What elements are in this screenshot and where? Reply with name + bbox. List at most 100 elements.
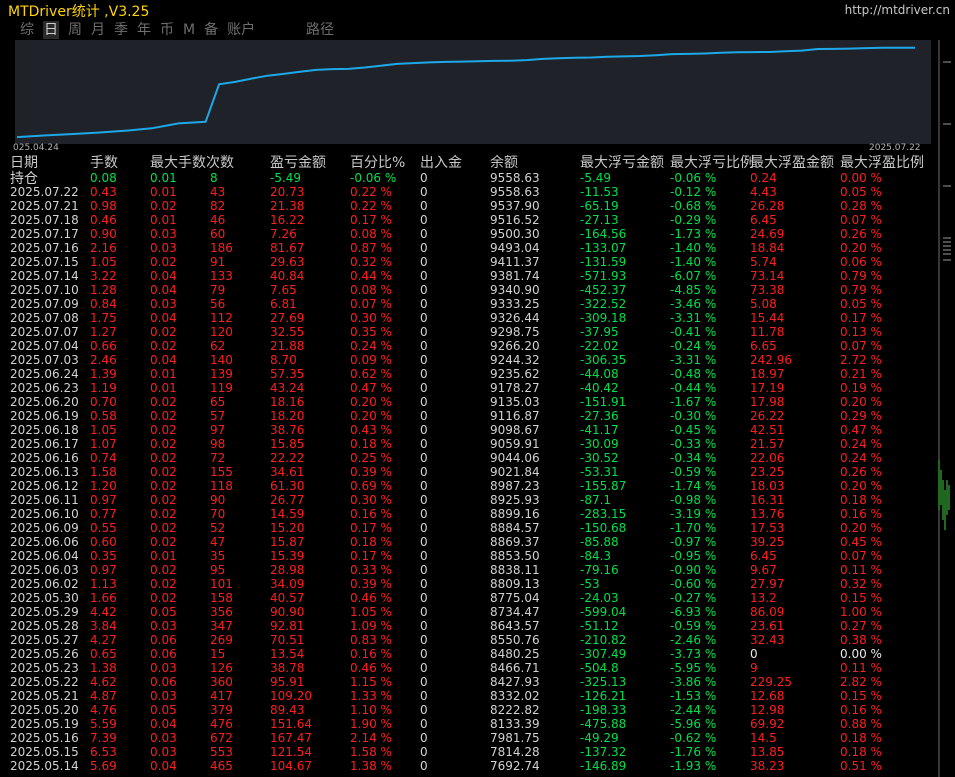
row-count: 98 [210,437,226,451]
row-max-float-profit: 14.5 [750,731,777,745]
row-balance: 8550.76 [490,633,540,647]
row-max-float-loss-pct: -6.07 % [670,269,717,283]
row-max-float-profit: 22.06 [750,451,785,465]
row-percent: 0.47 % [350,381,392,395]
row-balance: 8853.50 [490,549,540,563]
site-url-link[interactable]: http://mtdriver.cn [845,3,950,17]
row-lots: 0.58 [90,409,117,423]
row-lots: 6.53 [90,745,117,759]
row-percent: 0.46 % [350,591,392,605]
row-percent: 2.14 % [350,731,392,745]
row-balance: 9516.52 [490,213,540,227]
row-max-float-profit: 24.69 [750,227,785,241]
row-profit: -5.49 [270,171,302,185]
row-max-float-loss: -452.37 [580,283,627,297]
row-max-float-profit-pct: 0.06 % [840,255,882,269]
tab-currency[interactable]: 币 [160,21,174,39]
tab-note[interactable]: 备 [204,21,218,39]
row-max-float-loss: -24.03 [580,591,619,605]
row-count: 8 [210,171,218,185]
row-lots: 1.19 [90,381,117,395]
row-date: 2025.05.19 [10,717,79,731]
tab-summary[interactable]: 综 [20,21,34,39]
row-max-float-loss: -306.35 [580,353,627,367]
row-date: 2025.06.23 [10,381,79,395]
row-max-lots: 0.02 [150,437,177,451]
row-max-lots: 0.06 [150,675,177,689]
col-header-max-float-loss-pct: 最大浮亏比例 [670,155,754,171]
row-max-lots: 0.06 [150,633,177,647]
row-date: 2025.06.13 [10,465,79,479]
row-lots: 0.97 [90,563,117,577]
row-balance: 8480.25 [490,647,540,661]
row-lots: 3.84 [90,619,117,633]
row-max-float-profit: 23.25 [750,465,785,479]
row-max-float-profit: 38.23 [750,759,785,773]
tab-month[interactable]: 月 [91,21,105,39]
table-row: 2025.07.21 0.98 0.02 82 21.38 0.22 % 0 9537.90 -… [10,200,935,214]
tab-day[interactable]: 日 [43,21,59,39]
row-count: 56 [210,297,226,311]
row-max-float-loss-pct: -0.34 % [670,451,717,465]
row-max-lots: 0.01 [150,367,177,381]
row-max-float-profit-pct: 0.18 % [840,745,882,759]
row-max-float-loss: -11.53 [580,185,619,199]
row-max-float-profit-pct: 0.20 % [840,479,882,493]
row-balance: 9266.20 [490,339,540,353]
row-max-lots: 0.02 [150,325,177,339]
row-lots: 0.98 [90,199,117,213]
row-percent: 0.17 % [350,213,392,227]
row-max-float-profit-pct: 0.16 % [840,507,882,521]
row-profit: 40.84 [270,269,305,283]
row-deposit: 0 [420,311,428,325]
row-max-float-profit: 86.09 [750,605,785,619]
row-profit: 16.22 [270,213,305,227]
row-max-float-profit-pct: 0.79 % [840,269,882,283]
row-max-float-profit: 73.38 [750,283,785,297]
row-max-lots: 0.02 [150,507,177,521]
tab-year[interactable]: 年 [137,21,151,39]
row-date: 2025.06.11 [10,493,79,507]
row-percent: 0.18 % [350,437,392,451]
row-max-float-loss: -27.36 [580,409,619,423]
row-profit: 22.22 [270,451,305,465]
row-count: 91 [210,255,226,269]
row-max-lots: 0.04 [150,311,177,325]
row-profit: 95.91 [270,675,305,689]
row-deposit: 0 [420,423,428,437]
row-lots: 0.43 [90,185,117,199]
table-row: 2025.05.14 5.69 0.04 465 104.67 1.38 % 0 7692.7… [10,760,935,774]
row-balance: 7692.74 [490,759,540,773]
tab-quarter[interactable]: 季 [114,21,128,39]
row-percent: 0.20 % [350,395,392,409]
row-date: 2025.06.18 [10,423,79,437]
row-deposit: 0 [420,605,428,619]
row-max-float-profit-pct: 0.11 % [840,661,882,675]
row-max-float-loss: -133.07 [580,241,627,255]
tab-account[interactable]: 账户 [227,21,255,39]
row-max-lots: 0.04 [150,269,177,283]
row-balance: 8838.11 [490,563,540,577]
row-max-float-loss: -49.29 [580,731,619,745]
row-date: 2025.07.09 [10,297,79,311]
row-count: 379 [210,703,233,717]
row-max-float-loss-pct: -1.40 % [670,241,717,255]
tab-magic[interactable]: M [183,21,195,39]
col-header-percent: 百分比% [350,155,406,171]
row-deposit: 0 [420,395,428,409]
row-lots: 0.08 [90,171,117,185]
row-percent: 0.32 % [350,255,392,269]
row-profit: 121.54 [270,745,312,759]
row-max-float-profit-pct: 0.26 % [840,465,882,479]
row-percent: 1.58 % [350,745,392,759]
row-lots: 1.20 [90,479,117,493]
row-max-lots: 0.01 [150,549,177,563]
row-count: 158 [210,591,233,605]
row-balance: 8925.93 [490,493,540,507]
tab-week[interactable]: 周 [68,21,82,39]
row-max-lots: 0.02 [150,339,177,353]
tab-path[interactable]: 路径 [306,21,334,39]
row-max-float-profit: 32.43 [750,633,785,647]
row-percent: 0.25 % [350,451,392,465]
row-max-float-loss: -84.3 [580,549,612,563]
